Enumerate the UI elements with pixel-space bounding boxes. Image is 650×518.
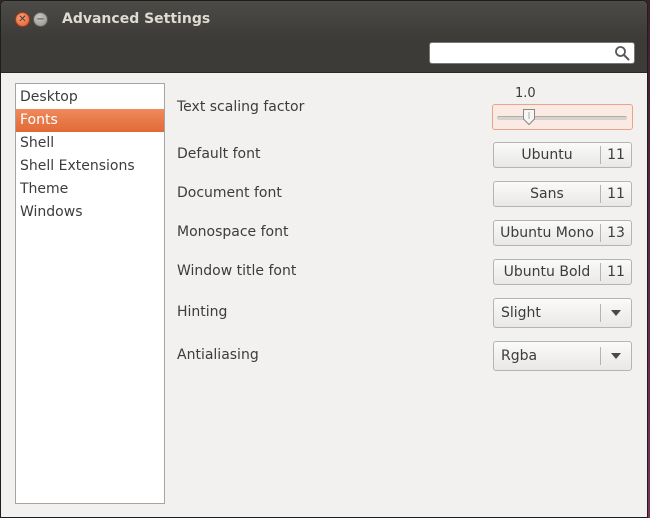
antialiasing-dropdown[interactable]: Rgba	[493, 341, 632, 371]
window-title-font-name: Ubuntu Bold	[503, 264, 591, 280]
hinting-value: Slight	[501, 305, 541, 321]
text-scaling-label: Text scaling factor	[177, 99, 305, 115]
category-list: Desktop Fonts Shell Shell Extensions The…	[15, 83, 165, 504]
advanced-settings-window: ✕ − Advanced Settings Desktop Fonts Shel…	[0, 0, 648, 518]
document-font-name: Sans	[530, 186, 564, 202]
slider-handle[interactable]	[522, 108, 536, 126]
default-font-label: Default font	[177, 146, 261, 162]
antialiasing-label: Antialiasing	[177, 347, 259, 363]
slider-track[interactable]	[497, 116, 627, 120]
search-icon[interactable]	[614, 45, 630, 61]
combo-separator	[600, 347, 601, 365]
sidebar-item-theme[interactable]: Theme	[16, 178, 164, 201]
window-title-font-label: Window title font	[177, 263, 297, 279]
search-input[interactable]	[434, 45, 612, 61]
chevron-down-icon	[611, 353, 621, 359]
hinting-label: Hinting	[177, 304, 228, 320]
sidebar-item-fonts[interactable]: Fonts	[16, 109, 164, 132]
sidebar-item-shell[interactable]: Shell	[16, 132, 164, 155]
minimize-icon: −	[36, 13, 45, 25]
text-scaling-slider[interactable]	[492, 104, 633, 130]
close-button[interactable]: ✕	[15, 12, 30, 27]
monospace-font-size: 13	[607, 225, 625, 241]
window-title-font-button[interactable]: Ubuntu Bold 11	[493, 259, 632, 285]
hinting-dropdown[interactable]: Slight	[493, 298, 632, 328]
chevron-down-icon	[611, 310, 621, 316]
close-icon: ✕	[18, 13, 27, 25]
monospace-font-button[interactable]: Ubuntu Mono 13	[493, 220, 632, 246]
document-font-label: Document font	[177, 185, 282, 201]
minimize-button[interactable]: −	[33, 12, 48, 27]
sidebar-item-windows[interactable]: Windows	[16, 201, 164, 224]
monospace-font-label: Monospace font	[177, 224, 289, 240]
sidebar-item-desktop[interactable]: Desktop	[16, 86, 164, 109]
default-font-button[interactable]: Ubuntu 11	[493, 142, 632, 168]
antialiasing-value: Rgba	[501, 348, 538, 364]
titlebar[interactable]: ✕ − Advanced Settings	[1, 1, 647, 39]
default-font-name: Ubuntu	[521, 147, 573, 163]
window-title-font-size: 11	[607, 264, 625, 280]
document-font-size: 11	[607, 186, 625, 202]
window-title: Advanced Settings	[62, 11, 211, 27]
monospace-font-name: Ubuntu Mono	[500, 225, 594, 241]
sidebar-item-shell-extensions[interactable]: Shell Extensions	[16, 155, 164, 178]
default-font-size: 11	[607, 147, 625, 163]
combo-separator	[600, 304, 601, 322]
text-scaling-value: 1.0	[515, 86, 536, 101]
document-font-button[interactable]: Sans 11	[493, 181, 632, 207]
search-field[interactable]	[429, 42, 635, 64]
